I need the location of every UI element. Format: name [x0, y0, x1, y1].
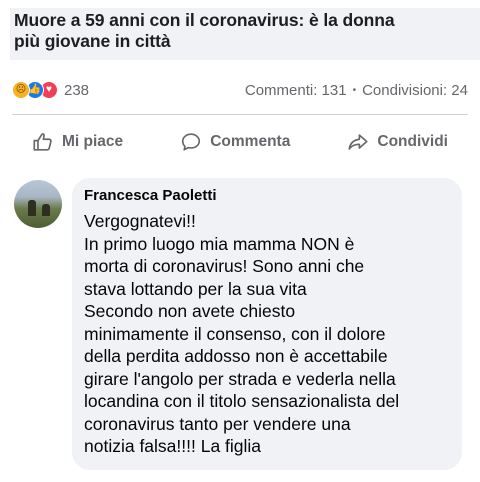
post-title[interactable]: Muore a 59 anni con il coronavirus: è la… [14, 10, 476, 52]
engagement-counts: Commenti: 131 • Condivisioni: 24 [245, 82, 468, 99]
post-title-line-2: più giovane in città [14, 31, 171, 51]
avatar[interactable] [14, 180, 62, 228]
comment-button[interactable]: Commenta [160, 131, 310, 153]
avatar-figure [42, 204, 50, 216]
comment-author[interactable]: Francesca Paoletti [84, 187, 450, 204]
separator-dot: • [352, 84, 357, 96]
comment-line: morta di coronavirus! Sono anni che [84, 256, 365, 276]
post-title-block[interactable]: Muore a 59 anni con il coronavirus: è la… [10, 8, 480, 60]
avatar-figure [28, 200, 36, 216]
post-stats-bar: ☹ 👍 ♥ 238 Commenti: 131 • Condivisioni: … [12, 78, 468, 102]
comment-line: Vergognatevi!! [84, 211, 196, 231]
comment-bubble: Francesca Paoletti Vergognatevi!! In pri… [72, 178, 462, 470]
shares-count[interactable]: Condivisioni: 24 [362, 82, 468, 99]
comment-line: In primo luogo mia mamma NON è [84, 233, 355, 254]
like-label: Mi piace [62, 133, 124, 150]
comment: Francesca Paoletti Vergognatevi!! In pri… [14, 178, 474, 470]
comment-line: della perdita addosso non è accettabile [84, 346, 388, 366]
share-label: Condividi [377, 133, 448, 150]
reactions-summary[interactable]: ☹ 👍 ♥ 238 [12, 81, 89, 99]
like-button[interactable]: Mi piace [12, 131, 143, 153]
comment-line: minimamente il consenso, con il dolore [84, 323, 386, 344]
share-button[interactable]: Condividi [327, 131, 468, 153]
share-arrow-icon [348, 134, 368, 150]
comment-line: coronavirus tanto per vendere una [84, 413, 351, 434]
speech-bubble-icon [182, 133, 201, 151]
comment-line: Secondo non avete chiesto [84, 301, 296, 321]
divider-top [12, 114, 468, 115]
comments-count[interactable]: Commenti: 131 [245, 82, 347, 99]
thumbs-up-icon [33, 133, 52, 151]
post-actions-bar: Mi piace Commenta Condividi [12, 126, 468, 158]
comment-text: Vergognatevi!! In primo luogo mia mamma … [84, 210, 450, 458]
comment-line: notizia falsa!!!! La figlia [84, 436, 262, 456]
sad-reaction-icon: ☹ [12, 81, 30, 99]
post-title-line-1: Muore a 59 anni con il coronavirus: è la… [14, 10, 395, 30]
comment-line: stava lottando per la sua vita [84, 278, 307, 299]
reaction-count[interactable]: 238 [64, 82, 89, 99]
comment-line: girare l'angolo per strada e vederla nel… [84, 368, 396, 389]
comment-line: locandina con il titolo sensazionalista … [84, 391, 400, 411]
comment-label: Commenta [210, 133, 291, 150]
